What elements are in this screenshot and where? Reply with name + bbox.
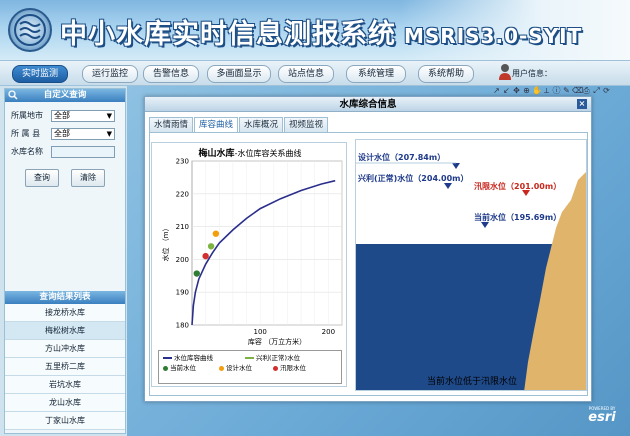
y-tick-label: 200	[176, 256, 189, 264]
zoom-in-icon[interactable]: ↗	[492, 86, 501, 95]
chevron-down-icon: ▼	[106, 130, 112, 138]
results-list: 接龙桥水库 梅松树水库 方山冲水库 五里桥二库 岩坑水库 龙山水库 丁家山水库	[5, 304, 125, 430]
search-icon	[8, 90, 18, 100]
y-tick-label: 220	[176, 190, 189, 198]
level-point	[212, 230, 220, 237]
legend-design: 设计水位	[219, 363, 252, 373]
app-title-text: 中小水库实时信息测报系统	[60, 19, 396, 50]
nav-site-info[interactable]: 站点信息	[278, 65, 334, 83]
erase-icon[interactable]: ⌫	[572, 86, 583, 95]
dialog-title: 水库综合信息 ×	[145, 97, 591, 112]
result-item[interactable]: 梅松树水库	[5, 322, 125, 340]
y-tick-label: 230	[176, 158, 189, 166]
identify-icon[interactable]: ⓘ	[552, 86, 561, 95]
hand-icon[interactable]: ✋	[532, 86, 542, 95]
design-level-label: 设计水位（207.84m）	[358, 153, 446, 162]
nav-system-manage[interactable]: 系统管理	[346, 65, 406, 83]
full-extent-icon[interactable]: ⊕	[522, 86, 531, 95]
tab-video[interactable]: 视频监视	[284, 117, 329, 132]
legend-current: 当前水位	[163, 363, 196, 373]
flood-level-label: 汛限水位（201.00m）	[474, 182, 562, 191]
tab-rain-water[interactable]: 水情雨情	[149, 117, 194, 132]
design-level-marker	[452, 163, 460, 169]
results-title: 查询结果列表	[5, 291, 125, 304]
county-select[interactable]: 全部 ▼	[51, 128, 115, 140]
x-tick-label: 200	[322, 328, 335, 336]
county-label: 所 属 县	[11, 129, 41, 138]
result-item[interactable]: 龙山水库	[5, 394, 125, 412]
app-version: MSRIS3.0-SYIT	[404, 24, 583, 48]
result-item[interactable]: 方山冲水库	[5, 340, 125, 358]
reservoir-diagram: 设计水位（207.84m） 兴利(正常)水位（204.00m） 汛限水位（201…	[355, 139, 587, 391]
reservoir-name-label: 水库名称	[11, 147, 43, 156]
legend-flood: 汛限水位	[273, 363, 306, 373]
capacity-chart-panel: 梅山水库-水位库容关系曲线 180 190 200 210 220 230 100 200 库容…	[151, 142, 347, 387]
chart-legend: 水位库容曲线 兴利(正常)水位 当前水位 设计水位 汛限水位	[158, 350, 342, 384]
y-axis-label: 水位 （m）	[161, 224, 170, 261]
current-level-label: 当前水位（195.69m）	[474, 213, 562, 222]
app-logo	[8, 8, 52, 52]
app-title: 中小水库实时信息测报系统 MSRIS3.0-SYIT	[60, 12, 582, 51]
x-axis-label: 库容 （万立方米）	[248, 337, 306, 346]
esri-logo: POWERED BY esri	[588, 406, 616, 425]
map-toolbar: ↗ ↙ ✥ ⊕ ✋ ⟂ ⓘ ✎ ⌫⎙ ⤢ ⟳	[492, 86, 627, 96]
reservoir-info-dialog: 水库综合信息 × 水情雨情 库容曲线 水库概况 视频监视 梅山水库-水位库容关系曲线 …	[144, 96, 592, 402]
query-panel-title: 自定义查询	[5, 89, 125, 102]
y-tick-label: 190	[176, 289, 189, 297]
app-header: 中小水库实时信息测报系统 MSRIS3.0-SYIT	[0, 0, 630, 60]
left-panel: 自定义查询 所属地市 全部 ▼ 所 属 县 全部 ▼ 水库名称 查询 清除 查询结果…	[4, 88, 126, 434]
legend-curve: 水位库容曲线	[163, 353, 213, 363]
capacity-chart: 180 190 200 210 220 230 100 200 库容 （万立方米） 水位 （m）	[161, 158, 343, 346]
result-item[interactable]: 五里桥二库	[5, 358, 125, 376]
city-label: 所属地市	[11, 111, 43, 120]
tab-overview[interactable]: 水库概况	[239, 117, 284, 132]
user-info-label[interactable]: 用户信息：	[512, 65, 552, 83]
zoom-out-icon[interactable]: ↙	[502, 86, 511, 95]
refresh-icon[interactable]: ⟳	[602, 86, 611, 95]
search-button[interactable]: 查询	[25, 169, 59, 187]
measure-icon[interactable]: ⟂	[542, 86, 551, 95]
close-icon[interactable]: ×	[577, 99, 587, 109]
fullscreen-icon[interactable]: ⤢	[592, 86, 601, 95]
level-point	[207, 243, 215, 250]
nav-system-help[interactable]: 系统帮助	[418, 65, 474, 83]
nav-operation-monitor[interactable]: 运行监控	[82, 65, 138, 83]
x-tick-label: 100	[253, 328, 266, 336]
nav-realtime-monitor[interactable]: 实时监测	[12, 65, 68, 83]
nav-multi-screen[interactable]: 多画面显示	[207, 65, 271, 83]
chevron-down-icon: ▼	[106, 112, 112, 120]
level-point	[193, 270, 200, 277]
legend-normal: 兴利(正常)水位	[245, 353, 300, 363]
result-item[interactable]: 丁家山水库	[5, 412, 125, 430]
pan-icon[interactable]: ✥	[512, 86, 521, 95]
normal-level-label: 兴利(正常)水位（204.00m）	[358, 174, 469, 183]
nav-alarm-info[interactable]: 告警信息	[143, 65, 199, 83]
tab-capacity-curve[interactable]: 库容曲线	[194, 117, 239, 132]
level-point	[202, 252, 209, 260]
user-avatar-icon[interactable]	[498, 63, 512, 81]
result-item[interactable]: 接龙桥水库	[5, 304, 125, 322]
y-tick-label: 180	[176, 322, 189, 330]
y-tick-label: 210	[176, 223, 189, 231]
dialog-tabs: 水情雨情 库容曲线 水库概况 视频监视	[149, 117, 329, 132]
reservoir-name-input[interactable]	[51, 146, 115, 158]
result-item[interactable]: 岩坑水库	[5, 376, 125, 394]
diagram-caption: 当前水位低于汛限水位	[426, 377, 517, 387]
draw-icon[interactable]: ✎	[562, 86, 571, 95]
city-select[interactable]: 全部 ▼	[51, 110, 115, 122]
plot-area	[191, 160, 343, 326]
main-nav: 实时监测 运行监控 告警信息 多画面显示 站点信息 系统管理 系统帮助 用户信息…	[0, 60, 630, 86]
print-icon[interactable]: ⎙	[582, 86, 591, 95]
clear-button[interactable]: 清除	[71, 169, 105, 187]
